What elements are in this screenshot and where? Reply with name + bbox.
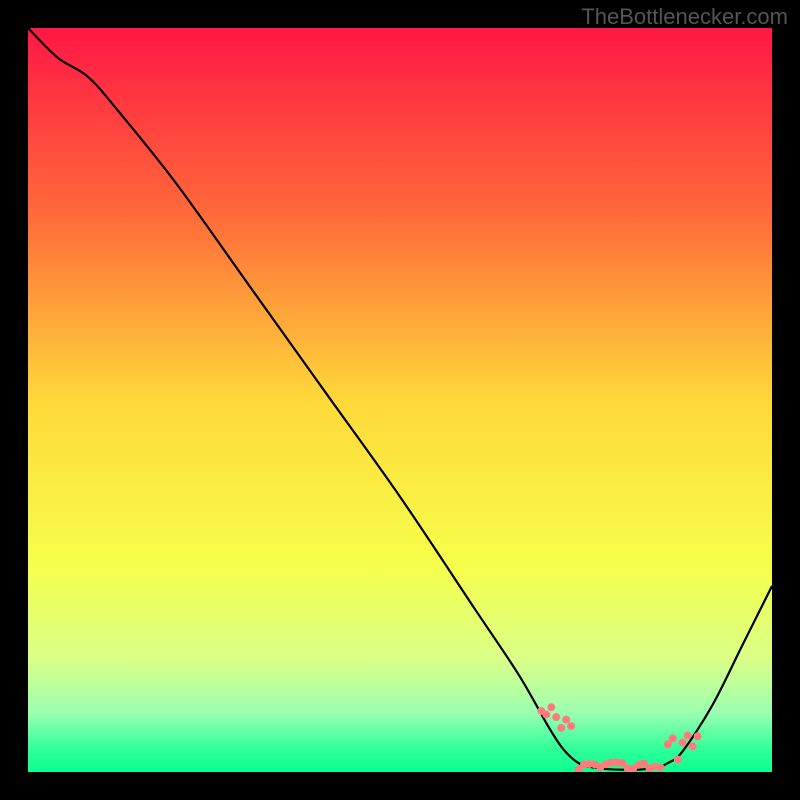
data-dot	[557, 724, 565, 732]
data-dot	[684, 731, 692, 739]
data-dot	[689, 742, 697, 750]
chart-container: TheBottlenecker.com	[0, 0, 800, 800]
data-dot	[694, 732, 702, 740]
bottleneck-curve	[28, 28, 772, 770]
data-dot	[542, 711, 550, 719]
plot-area	[28, 28, 772, 772]
data-dot	[656, 763, 664, 771]
chart-svg	[28, 28, 772, 772]
data-dot	[669, 734, 677, 742]
data-dot	[552, 713, 560, 721]
data-dots	[537, 703, 701, 772]
data-dot	[674, 755, 682, 763]
data-dot	[562, 716, 570, 724]
watermark-text: TheBottlenecker.com	[581, 4, 788, 30]
data-dot	[567, 722, 575, 730]
data-dot	[679, 739, 687, 747]
data-dot	[547, 703, 555, 711]
